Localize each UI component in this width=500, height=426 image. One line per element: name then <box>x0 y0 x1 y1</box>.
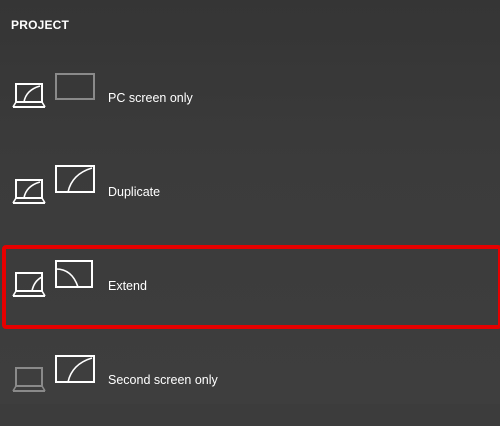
option-second-screen-only[interactable]: Second screen only <box>0 332 500 426</box>
option-duplicate[interactable]: Duplicate <box>0 144 500 238</box>
duplicate-icon <box>12 165 95 204</box>
option-pc-screen-only[interactable]: PC screen only <box>0 52 500 146</box>
option-label: Second screen only <box>108 373 218 387</box>
panel-title: PROJECT <box>11 18 70 32</box>
option-label: PC screen only <box>108 91 193 105</box>
project-panel: PROJECT PC screen only Duplicate Extend … <box>0 0 500 404</box>
second-screen-only-icon <box>12 355 95 392</box>
extend-icon <box>12 260 93 297</box>
pc-screen-only-icon <box>12 73 95 108</box>
option-extend[interactable]: Extend <box>0 239 500 333</box>
option-label: Extend <box>108 279 147 293</box>
option-label: Duplicate <box>108 185 161 199</box>
